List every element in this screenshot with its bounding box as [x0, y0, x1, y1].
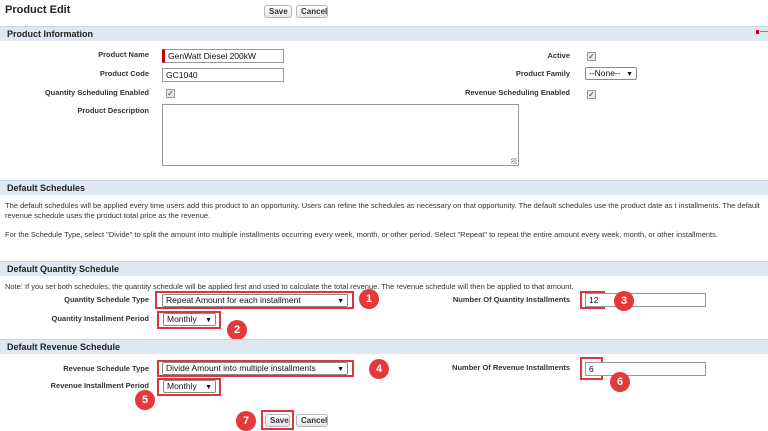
- active-checkbox[interactable]: ✓: [587, 52, 596, 61]
- quantity-scheduling-enabled-label: Quantity Scheduling Enabled: [44, 88, 149, 97]
- page-title: Product Edit: [5, 4, 71, 16]
- section-title: Default Revenue Schedule: [7, 342, 121, 352]
- number-of-quantity-installments-input[interactable]: 12: [585, 293, 706, 307]
- annotation-badge-6: 6: [610, 372, 630, 392]
- product-family-value: --None--: [589, 68, 621, 78]
- revenue-schedule-type-select[interactable]: Divide Amount into multiple installments…: [162, 362, 348, 375]
- chevron-down-icon: ▼: [205, 384, 212, 391]
- product-name-input[interactable]: GenWatt Diesel 200kW: [162, 49, 284, 63]
- annotation-badge-4: 4: [369, 359, 389, 379]
- chevron-down-icon: ▼: [337, 366, 344, 373]
- product-family-select[interactable]: --None-- ▼: [585, 67, 637, 80]
- product-family-label: Product Family: [515, 69, 570, 78]
- revenue-scheduling-enabled-checkbox[interactable]: ✓: [587, 90, 596, 99]
- quantity-installment-period-label: Quantity Installment Period: [51, 314, 149, 323]
- product-code-label: Product Code: [99, 69, 149, 78]
- quantity-schedule-type-select[interactable]: Repeat Amount for each installment ▼: [162, 294, 348, 307]
- default-schedules-paragraph-1: The default schedules will be applied ev…: [5, 201, 760, 220]
- footer-cancel-button[interactable]: Cancel: [296, 414, 328, 427]
- revenue-installment-period-label: Revenue Installment Period: [50, 381, 149, 390]
- quantity-schedule-type-label: Quantity Schedule Type: [64, 295, 149, 304]
- product-name-label: Product Name: [98, 50, 149, 59]
- quantity-schedule-note: Note: If you set both schedules, the qua…: [5, 282, 574, 291]
- section-default-schedules: Default Schedules: [0, 180, 768, 195]
- quantity-installment-period-value: Monthly: [167, 314, 197, 324]
- section-product-information: Product Information: [0, 26, 768, 41]
- footer-save-button[interactable]: Save: [265, 414, 290, 427]
- revenue-installment-period-select[interactable]: Monthly ▼: [163, 380, 216, 393]
- section-title: Product Information: [7, 29, 93, 39]
- product-description-textarea[interactable]: [162, 104, 519, 166]
- required-indicator: [756, 30, 759, 34]
- quantity-schedule-type-value: Repeat Amount for each installment: [166, 295, 301, 305]
- chevron-down-icon: ▼: [337, 298, 344, 305]
- revenue-schedule-type-label: Revenue Schedule Type: [63, 364, 149, 373]
- save-button[interactable]: Save: [264, 5, 292, 18]
- revenue-installment-period-value: Monthly: [167, 381, 197, 391]
- annotation-badge-1: 1: [359, 289, 379, 309]
- chevron-down-icon: ▼: [626, 71, 633, 78]
- annotation-badge-2: 2: [227, 320, 247, 340]
- default-schedules-paragraph-2: For the Schedule Type, select "Divide" t…: [5, 230, 718, 239]
- active-label: Active: [547, 51, 570, 60]
- annotation-badge-5: 5: [135, 390, 155, 410]
- annotation-badge-3: 3: [614, 291, 634, 311]
- number-of-revenue-installments-input[interactable]: 6: [585, 362, 706, 376]
- product-code-input[interactable]: GC1040: [162, 68, 284, 82]
- resize-grip-icon[interactable]: [511, 158, 517, 164]
- number-of-quantity-installments-label: Number Of Quantity Installments: [452, 295, 570, 304]
- product-description-label: Product Description: [77, 106, 149, 115]
- section-default-quantity-schedule: Default Quantity Schedule: [0, 261, 768, 276]
- chevron-down-icon: ▼: [205, 317, 212, 324]
- quantity-installment-period-select[interactable]: Monthly ▼: [163, 313, 216, 326]
- header-rule: [760, 31, 768, 32]
- revenue-scheduling-enabled-label: Revenue Scheduling Enabled: [464, 88, 570, 97]
- cancel-button[interactable]: Cancel: [296, 5, 328, 18]
- section-default-revenue-schedule: Default Revenue Schedule: [0, 339, 768, 354]
- revenue-schedule-type-value: Divide Amount into multiple installments: [166, 363, 316, 373]
- annotation-badge-7: 7: [236, 411, 256, 431]
- section-title: Default Quantity Schedule: [7, 264, 120, 274]
- quantity-scheduling-enabled-checkbox[interactable]: ✓: [166, 89, 175, 98]
- section-title: Default Schedules: [7, 183, 86, 193]
- number-of-revenue-installments-label: Number Of Revenue Installments: [452, 363, 570, 372]
